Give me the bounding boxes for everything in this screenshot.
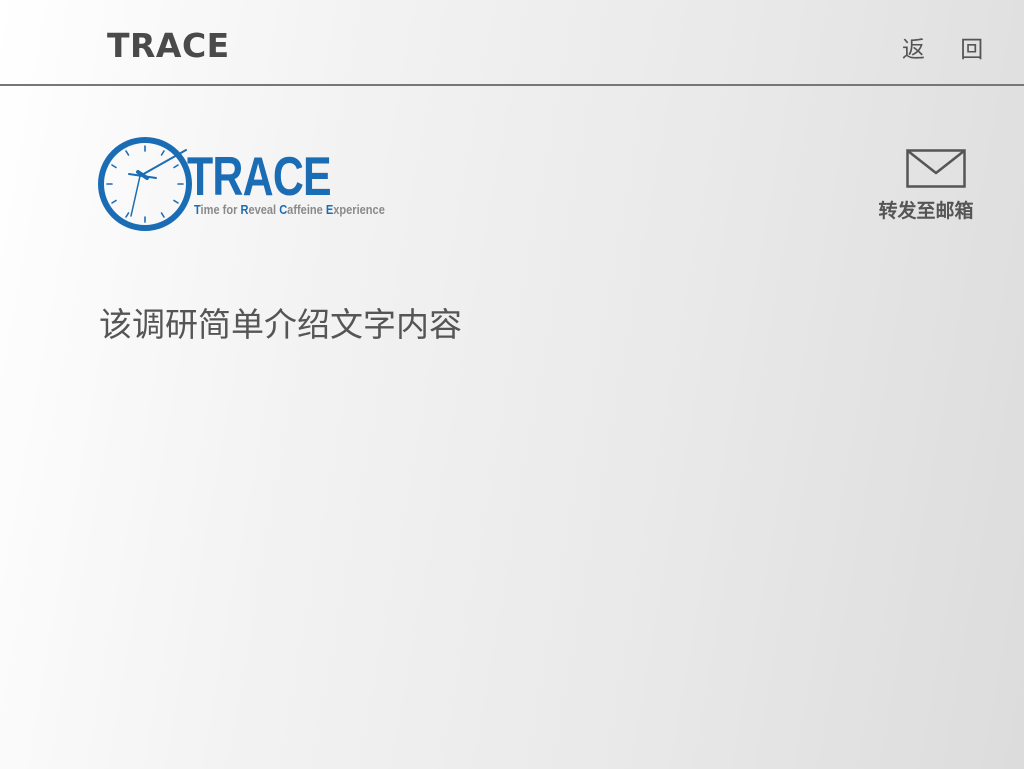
logo-tagline: Time for Reveal Caffeine Experience xyxy=(194,202,385,217)
share-to-email-label: 转发至邮箱 xyxy=(878,200,974,222)
back-button[interactable]: 返 回 xyxy=(902,30,997,64)
mail-icon xyxy=(906,149,966,188)
trace-logo: TRACE Time for Reveal Caffeine Experienc… xyxy=(98,134,398,238)
logo-wordmark: TRACE xyxy=(187,145,332,207)
survey-intro-text: 该调研简单介绍文字内容 xyxy=(99,305,462,344)
header-bar: TRACE 返 回 xyxy=(0,0,1024,86)
app-title: TRACE xyxy=(107,26,230,65)
share-to-email-button[interactable]: 转发至邮箱 xyxy=(870,147,982,227)
